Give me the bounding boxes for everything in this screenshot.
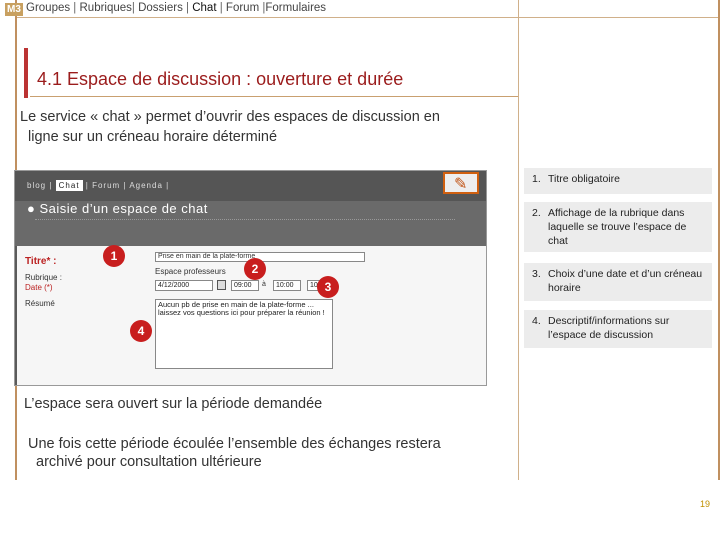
note-text: Affichage de la rubrique dans laquelle s… bbox=[548, 207, 687, 247]
tab-agenda[interactable]: Agenda bbox=[129, 181, 163, 190]
note-text: Titre obligatoire bbox=[548, 173, 620, 185]
note-number: 4. bbox=[532, 315, 541, 327]
note-number: 1. bbox=[532, 173, 541, 185]
pencil-logo-icon bbox=[443, 172, 479, 194]
callout-3: 3 bbox=[317, 276, 339, 298]
callout-4: 4 bbox=[130, 320, 152, 342]
center-divider bbox=[518, 0, 519, 480]
module-badge: M3 bbox=[5, 3, 23, 16]
dotted-separator bbox=[35, 219, 455, 220]
espace-label: Espace professeurs bbox=[155, 267, 226, 276]
intro-line-1: Le service « chat » permet d’ouvrir des … bbox=[20, 109, 440, 125]
calendar-icon[interactable] bbox=[217, 280, 226, 290]
screenshot-tabs: blog | Chat | Forum | Agenda | bbox=[27, 180, 170, 191]
date-input[interactable]: 4/12/2000 bbox=[155, 280, 213, 291]
note-number: 2. bbox=[532, 207, 541, 219]
note-text: Choix d’une date et d’un créneau horaire bbox=[548, 268, 703, 294]
nav-item-rubriques[interactable]: Rubriques bbox=[80, 2, 132, 14]
nav-item-chat[interactable]: Chat bbox=[192, 2, 216, 14]
tab-chat[interactable]: Chat bbox=[55, 180, 83, 191]
page-title: 4.1 Espace de discussion : ouverture et … bbox=[37, 69, 404, 89]
note-item-2: 2. Affichage de la rubrique dans laquell… bbox=[524, 202, 712, 252]
nav-item-forum[interactable]: Forum bbox=[226, 2, 259, 14]
title-underline bbox=[30, 96, 518, 97]
intro-text: Le service « chat » permet d’ouvrir des … bbox=[20, 107, 500, 147]
rubrique-label: Rubrique : bbox=[25, 273, 62, 282]
archive-line-2: archivé pour consultation ultérieure bbox=[36, 454, 262, 470]
time-separator-label: à bbox=[262, 281, 266, 288]
note-item-1: 1. Titre obligatoire bbox=[524, 168, 712, 194]
resume-textarea[interactable]: Aucun pb de prise en main de la plate-fo… bbox=[155, 299, 333, 369]
intro-line-2: ligne sur un créneau horaire déterminé bbox=[28, 129, 278, 145]
top-navigation: M3 Groupes | Rubriques| Dossiers | Chat … bbox=[0, 0, 720, 17]
page-number: 19 bbox=[700, 499, 711, 509]
title-accent-bar bbox=[24, 48, 28, 98]
note-item-4: 4. Descriptif/informations sur l’espace … bbox=[524, 310, 712, 348]
resume-label: Résumé bbox=[25, 299, 55, 308]
archive-line-1: Une fois cette période écoulée l’ensembl… bbox=[28, 436, 441, 452]
nav-item-dossiers[interactable]: Dossiers bbox=[138, 2, 183, 14]
callout-1: 1 bbox=[103, 245, 125, 267]
note-number: 3. bbox=[532, 268, 541, 280]
archive-text: Une fois cette période écoulée l’ensembl… bbox=[28, 435, 508, 471]
callout-2: 2 bbox=[244, 258, 266, 280]
date-label: Date (*) bbox=[25, 283, 53, 292]
note-text: Descriptif/informations sur l’espace de … bbox=[548, 315, 670, 341]
nav-item-formulaires[interactable]: Formulaires bbox=[265, 2, 326, 14]
note-item-3: 3. Choix d’une date et d’un créneau hora… bbox=[524, 263, 712, 301]
nav-links: Groupes | Rubriques| Dossiers | Chat | F… bbox=[26, 2, 327, 14]
period-text: L’espace sera ouvert sur la période dema… bbox=[24, 396, 323, 412]
top-rule bbox=[17, 17, 718, 18]
screenshot-heading: ● Saisie d’un espace de chat bbox=[27, 201, 208, 216]
end-time-select[interactable]: 10:00 bbox=[273, 280, 301, 291]
tab-blog[interactable]: blog bbox=[27, 181, 46, 190]
start-time-select[interactable]: 09:00 bbox=[231, 280, 259, 291]
title-label: Titre* : bbox=[25, 256, 57, 267]
tab-forum[interactable]: Forum bbox=[92, 181, 120, 190]
nav-item-groupes[interactable]: Groupes bbox=[26, 2, 70, 14]
